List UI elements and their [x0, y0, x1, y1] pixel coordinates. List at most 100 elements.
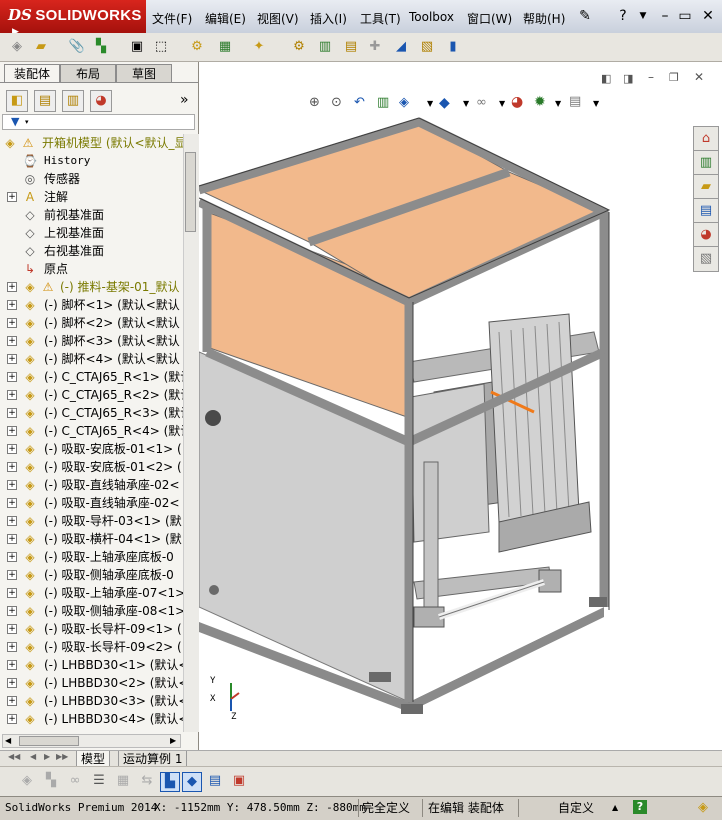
design-library-icon[interactable]: ▥ [693, 150, 719, 176]
home-icon[interactable]: ⌂ [693, 126, 719, 152]
expand-icon[interactable]: + [7, 390, 17, 400]
tree-component-item[interactable]: + ◈ (-) 吸取-长导杆-09<1> ( [0, 620, 183, 638]
tag-icon[interactable]: ◈ [698, 800, 708, 816]
tab-model[interactable]: 模型 [76, 751, 111, 767]
expand-icon[interactable]: + [7, 444, 17, 454]
expand-icon[interactable]: + [7, 318, 17, 328]
scroll-left-icon[interactable]: ◀ [5, 735, 11, 747]
tree-component-item[interactable]: + ◈ (-) LHBBD30<2> (默认<默 [0, 674, 183, 692]
bt-assembly-icon[interactable]: ▚ [42, 772, 60, 790]
menu-edit[interactable]: 编辑(E) [205, 10, 246, 27]
file-properties-icon[interactable]: ⬚ [152, 38, 170, 56]
tree-feature-item[interactable]: ◎ 传感器 [0, 170, 183, 188]
menu-view[interactable]: 视图(V) [257, 10, 299, 27]
tab-sketch[interactable]: 草图 [116, 64, 172, 82]
expand-icon[interactable]: + [7, 300, 17, 310]
filter-dropdown-icon[interactable]: ▾ [25, 115, 29, 129]
new-part-icon[interactable]: ◈ [8, 38, 26, 56]
bt-part-icon[interactable]: ◈ [18, 772, 36, 790]
tree-component-item[interactable]: + ◈ (-) C_CTAJ65_R<1> (默认 [0, 368, 183, 386]
expand-icon[interactable]: + [7, 606, 17, 616]
help-icon[interactable]: ? [613, 7, 633, 25]
tree-feature-item[interactable]: ◇ 前视基准面 [0, 206, 183, 224]
status-custom-units[interactable]: 自定义 [558, 800, 594, 816]
options-icon[interactable]: ✦ [250, 38, 268, 56]
tree-component-item[interactable]: + ◈ (-) LHBBD30<3> (默认<默 [0, 692, 183, 710]
expand-icon[interactable]: + [7, 624, 17, 634]
solidworks-logo[interactable]: DS SOLIDWORKS ▶ [0, 0, 146, 37]
file-explorer-icon[interactable]: ▰ [693, 174, 719, 200]
tree-component-item[interactable]: + ◈ (-) LHBBD30<1> (默认<默 [0, 656, 183, 674]
graphics-viewport[interactable]: ◧ ◨ – ❐ ✕ ⊕ ⊙ ↶ ▥ ◈ ▼ ◆ ▼ ∞ ▼ ◕ ✹ ▼ ▤ ▼ [199, 62, 722, 750]
tab-scroll-prev-icon[interactable]: ◀ [30, 752, 36, 761]
property-manager-icon[interactable]: ▤ [34, 90, 56, 112]
tree-component-item[interactable]: + ◈ (-) 吸取-长导杆-09<2> ( [0, 638, 183, 656]
tree-feature-item[interactable]: ↳ 原点 [0, 260, 183, 278]
filter-icon[interactable]: ▼ [11, 115, 19, 129]
bt-cube-icon[interactable]: ◆ [182, 772, 202, 792]
h-scroll-thumb[interactable] [19, 736, 79, 746]
expand-icon[interactable]: + [7, 462, 17, 472]
expand-icon[interactable]: + [7, 192, 17, 202]
tree-component-item[interactable]: + ◈ (-) 吸取-横杆-04<1> (默 [0, 530, 183, 548]
tab-scroll-last-icon[interactable]: ▶▶ [56, 752, 68, 761]
tree-component-item[interactable]: + ◈ (-) LHBBD30<4> (默认<默 [0, 710, 183, 728]
expand-icon[interactable]: + [7, 678, 17, 688]
select-icon[interactable]: ▣ [128, 38, 146, 56]
view-palette-icon[interactable]: ▤ [693, 198, 719, 224]
expand-icon[interactable]: + [7, 642, 17, 652]
tree-component-item[interactable]: + ◈ (-) 吸取-直线轴承座-02< [0, 476, 183, 494]
expand-icon[interactable]: + [7, 660, 17, 670]
assembly-icon[interactable]: ▥ [316, 38, 334, 56]
menu-tools[interactable]: 工具(T) [360, 10, 401, 27]
tree-component-item[interactable]: + ◈ (-) 吸取-安底板-01<1> ( [0, 440, 183, 458]
expand-icon[interactable]: + [7, 336, 17, 346]
help-dropdown-icon[interactable]: ▼ [633, 7, 653, 25]
tree-component-item[interactable]: + ◈ (-) 吸取-直线轴承座-02< [0, 494, 183, 512]
paperclip-icon[interactable]: 📎 [68, 38, 86, 56]
tree-component-item[interactable]: + ◈ (-) 吸取-安底板-01<2> ( [0, 458, 183, 476]
bt-mate-icon[interactable]: ∞ [66, 772, 84, 790]
assembly-model-render[interactable] [199, 62, 722, 750]
menu-file[interactable]: 文件(F) [152, 10, 192, 27]
rebuild-icon[interactable]: ▚ [92, 38, 110, 56]
tree-root-item[interactable]: ◈ ⚠ 开箱机模型 (默认<默认_显 [0, 134, 183, 152]
tree-component-item[interactable]: + ◈ (-) 脚杯<2> (默认<默认 [0, 314, 183, 332]
tree-component-item[interactable]: + ◈ (-) 吸取-侧轴承座-08<1> [0, 602, 183, 620]
tree-component-item[interactable]: + ◈ (-) C_CTAJ65_R<2> (默认 [0, 386, 183, 404]
bt-chart-icon[interactable]: ▙ [160, 772, 180, 792]
chevron-right-icon[interactable]: » [180, 92, 189, 108]
tree-feature-item[interactable]: ◇ 右视基准面 [0, 242, 183, 260]
bt-compare-icon[interactable]: ⇆ [138, 772, 156, 790]
appearances-icon[interactable]: ◕ [693, 222, 719, 248]
expand-icon[interactable]: + [7, 570, 17, 580]
feature-manager-icon[interactable]: ◧ [6, 90, 28, 112]
tab-scroll-first-icon[interactable]: ◀◀ [8, 752, 20, 761]
close-icon[interactable]: ✕ [698, 7, 718, 25]
tree-component-item[interactable]: + ◈ (-) 脚杯<4> (默认<默认 [0, 350, 183, 368]
tree-component-item[interactable]: + ◈ (-) 脚杯<3> (默认<默认 [0, 332, 183, 350]
expand-icon[interactable]: + [7, 516, 17, 526]
bt-list-icon[interactable]: ☰ [90, 772, 108, 790]
expand-icon[interactable]: + [7, 534, 17, 544]
display-manager-icon[interactable]: ◕ [90, 90, 112, 112]
expand-icon[interactable]: + [7, 282, 17, 292]
tab-scroll-next-icon[interactable]: ▶ [44, 752, 50, 761]
edit-component-icon[interactable]: ▤ [342, 38, 360, 56]
expand-icon[interactable]: + [7, 498, 17, 508]
tab-layout[interactable]: 布局 [60, 64, 116, 82]
expand-icon[interactable]: + [7, 588, 17, 598]
tree-component-item[interactable]: + ◈ (-) 吸取-侧轴承座底板-0 [0, 566, 183, 584]
open-folder-icon[interactable]: ▰ [32, 38, 50, 56]
settings-icon[interactable]: ⚙ [290, 38, 308, 56]
expand-icon[interactable]: + [7, 480, 17, 490]
menu-insert[interactable]: 插入(I) [310, 10, 347, 27]
bt-table-icon[interactable]: ▦ [114, 772, 132, 790]
tree-component-item[interactable]: + ◈ (-) 脚杯<1> (默认<默认 [0, 296, 183, 314]
tree-scroll-thumb[interactable] [185, 152, 196, 232]
tree-component-item[interactable]: + ◈ (-) 吸取-导杆-03<1> (默 [0, 512, 183, 530]
units-dropdown-icon[interactable]: ▲ [612, 800, 618, 816]
bt-grid-icon[interactable]: ▤ [206, 772, 224, 790]
expand-icon[interactable]: + [7, 408, 17, 418]
display-pane-icon[interactable]: ▮ [444, 38, 462, 56]
